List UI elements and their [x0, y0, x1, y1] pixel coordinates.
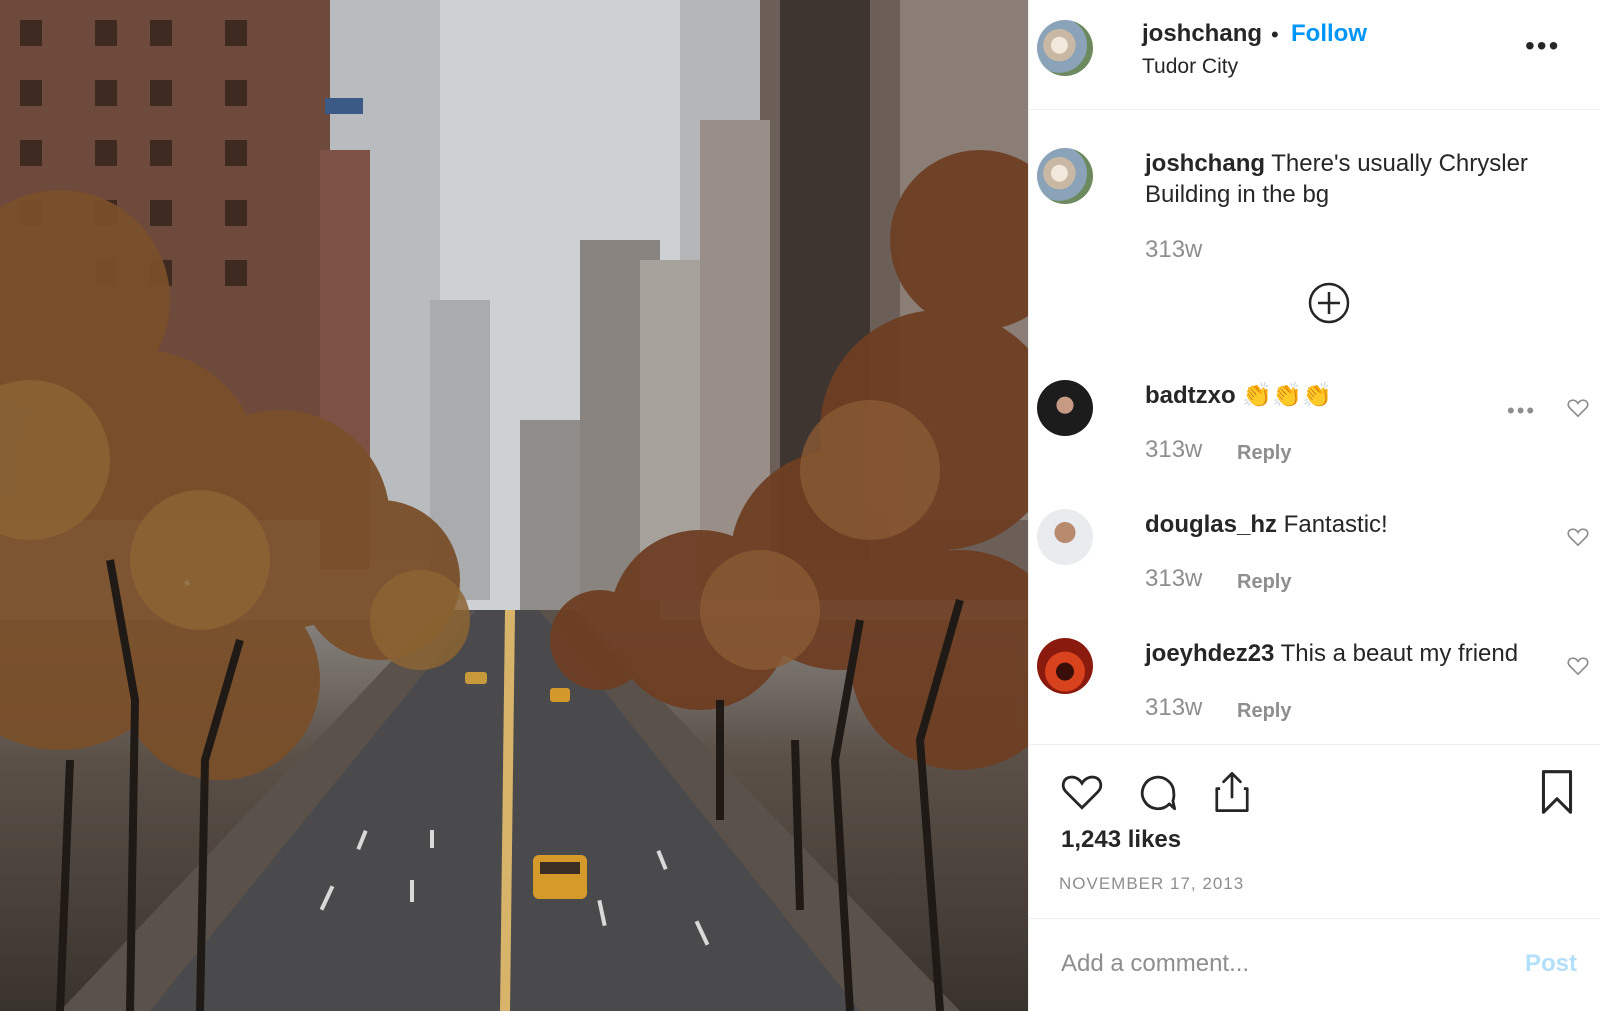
comment-body: Fantastic! — [1277, 511, 1388, 538]
street-scene-image — [0, 0, 1028, 1011]
comment-bubble-icon[interactable] — [1137, 772, 1179, 814]
comment-username[interactable]: douglas_hz — [1145, 511, 1277, 538]
author-username[interactable]: joshchang — [1142, 20, 1262, 48]
follow-button[interactable]: Follow — [1291, 20, 1367, 48]
caption-username[interactable]: joshchang — [1145, 150, 1265, 177]
post-photo[interactable] — [0, 0, 1028, 1011]
comment-text: badtzxo 👏👏👏 — [1145, 380, 1565, 411]
like-comment-heart-icon[interactable] — [1567, 398, 1589, 418]
caption-time[interactable]: 313w — [1145, 236, 1202, 264]
reply-button[interactable]: Reply — [1237, 700, 1291, 723]
comment-time[interactable]: 313w — [1145, 436, 1202, 464]
reply-button[interactable]: Reply — [1237, 571, 1291, 594]
more-options-icon[interactable]: ••• — [1525, 30, 1560, 62]
comment-body: This a beaut my friend — [1274, 640, 1519, 667]
comment-avatar[interactable] — [1037, 380, 1093, 436]
post-header: joshchang • Follow Tudor City ••• — [1029, 0, 1600, 110]
reply-button[interactable]: Reply — [1237, 442, 1291, 465]
comment-username[interactable]: joeyhdez23 — [1145, 640, 1274, 667]
location-link[interactable]: Tudor City — [1142, 55, 1238, 79]
comment-avatar[interactable] — [1037, 509, 1093, 565]
like-comment-heart-icon[interactable] — [1567, 527, 1589, 547]
post-comment-button[interactable]: Post — [1525, 950, 1577, 978]
comment-more-icon[interactable]: ••• — [1507, 398, 1536, 424]
composer-divider — [1029, 918, 1600, 919]
likes-count[interactable]: 1,243 likes — [1061, 826, 1181, 854]
comment-time[interactable]: 313w — [1145, 694, 1202, 722]
author-avatar[interactable] — [1037, 20, 1093, 76]
like-comment-heart-icon[interactable] — [1567, 656, 1589, 676]
bookmark-icon[interactable] — [1539, 770, 1575, 814]
post-sidebar: joshchang • Follow Tudor City ••• joshch… — [1028, 0, 1600, 1011]
comment-text: joeyhdez23 This a beaut my friend — [1145, 638, 1565, 669]
like-heart-icon[interactable] — [1061, 772, 1103, 812]
post-date[interactable]: NOVEMBER 17, 2013 — [1059, 874, 1244, 894]
actions-divider — [1029, 744, 1600, 745]
load-more-comments-icon[interactable] — [1308, 282, 1350, 324]
comment-text: douglas_hz Fantastic! — [1145, 509, 1565, 540]
share-icon[interactable] — [1211, 770, 1253, 814]
comment-body: 👏👏👏 — [1235, 382, 1332, 409]
caption-text: joshchang There's usually Chrysler Build… — [1145, 148, 1565, 210]
comment-username[interactable]: badtzxo — [1145, 382, 1236, 409]
header-separator: • — [1271, 22, 1279, 47]
comment-time[interactable]: 313w — [1145, 565, 1202, 593]
comment-avatar[interactable] — [1037, 638, 1093, 694]
add-comment-input[interactable] — [1061, 944, 1511, 984]
caption-avatar[interactable] — [1037, 148, 1093, 204]
